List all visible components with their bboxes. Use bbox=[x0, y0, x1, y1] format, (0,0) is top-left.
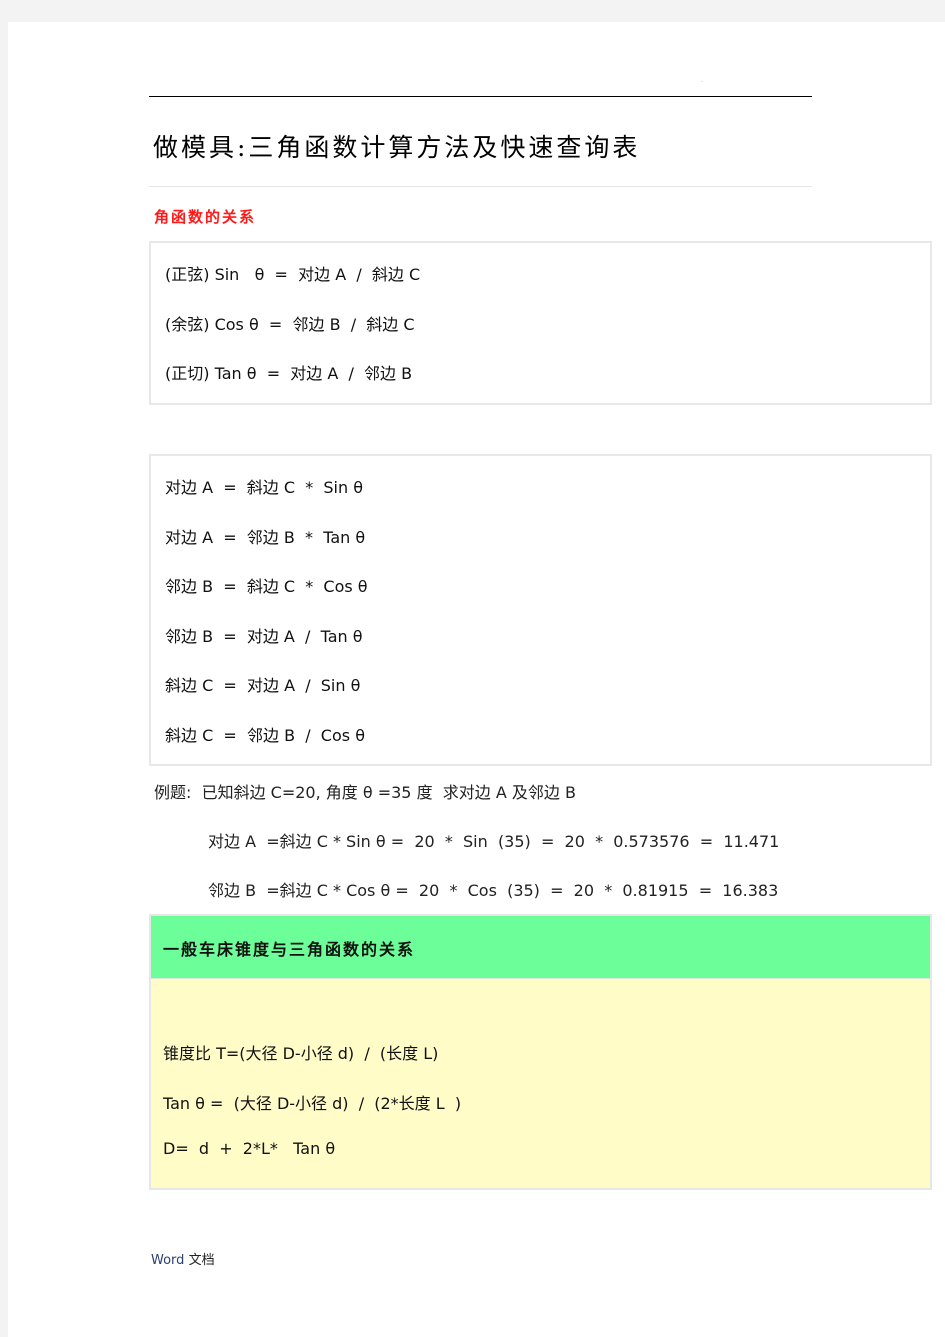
taper-section: 一般车床锥度与三角函数的关系 锥度比 T=(大径 D-小径 d) / (长度 L… bbox=[149, 914, 932, 1190]
taper-title: 一般车床锥度与三角函数的关系 bbox=[163, 940, 416, 959]
document-page: . 做模具:三角函数计算方法及快速查询表 角函数的关系 (正弦) Sin θ =… bbox=[8, 22, 945, 1337]
header-rule bbox=[149, 96, 812, 97]
definitions-box: (正弦) Sin θ = 对边 A / 斜边 C (余弦) Cos θ = 邻边… bbox=[149, 241, 932, 405]
formula-row: 对边 A = 斜边 C * Sin θ bbox=[165, 478, 364, 497]
taper-header: 一般车床锥度与三角函数的关系 bbox=[151, 916, 930, 979]
example-solution-b: 邻边 B =斜边 C * Cos θ = 20 * Cos (35) = 20 … bbox=[208, 881, 779, 900]
taper-formula: D= d + 2*L* Tan θ bbox=[163, 1139, 336, 1158]
definition-sin: (正弦) Sin θ = 对边 A / 斜边 C bbox=[165, 265, 421, 284]
taper-formula: 锥度比 T=(大径 D-小径 d) / (长度 L) bbox=[163, 1044, 439, 1063]
formula-row: 斜边 C = 邻边 B / Cos θ bbox=[165, 726, 365, 745]
example-problem: 例题: 已知斜边 C=20, 角度 θ =35 度 求对边 A 及邻边 B bbox=[154, 783, 576, 802]
taper-formula: Tan θ = (大径 D-小径 d) / (2*长度 L ) bbox=[163, 1094, 462, 1113]
formula-row: 斜边 C = 对边 A / Sin θ bbox=[165, 676, 361, 695]
section-heading-relations: 角函数的关系 bbox=[154, 208, 257, 226]
formula-row: 对边 A = 邻边 B * Tan θ bbox=[165, 528, 366, 547]
footer-word: Word bbox=[151, 1253, 185, 1268]
header-mark: . bbox=[701, 77, 703, 84]
document-title: 做模具:三角函数计算方法及快速查询表 bbox=[153, 133, 641, 162]
derived-formulas-box: 对边 A = 斜边 C * Sin θ 对边 A = 邻边 B * Tan θ … bbox=[149, 454, 932, 766]
definition-cos: (余弦) Cos θ = 邻边 B / 斜边 C bbox=[165, 315, 415, 334]
footer-doc: 文档 bbox=[188, 1253, 215, 1268]
example-solution-a: 对边 A =斜边 C * Sin θ = 20 * Sin (35) = 20 … bbox=[208, 832, 780, 851]
footer-label: Word 文档 bbox=[151, 1249, 215, 1268]
definition-tan: (正切) Tan θ = 对边 A / 邻边 B bbox=[165, 364, 413, 383]
formula-row: 邻边 B = 斜边 C * Cos θ bbox=[165, 577, 368, 596]
formula-row: 邻边 B = 对边 A / Tan θ bbox=[165, 627, 363, 646]
title-divider bbox=[149, 186, 812, 187]
